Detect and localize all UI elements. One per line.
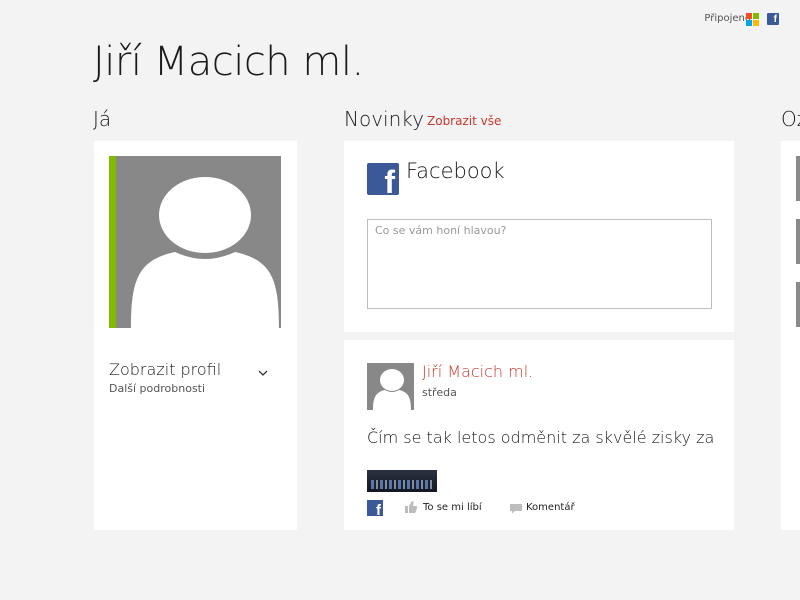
comment-icon[interactable]	[509, 503, 523, 514]
like-button[interactable]: To se mi líbí	[423, 502, 482, 513]
accent-bar	[109, 156, 116, 328]
more-details-label: Další podrobnosti	[109, 382, 206, 395]
post-author-link[interactable]: Jiří Macich ml.	[422, 362, 533, 381]
facebook-logo-icon: f	[367, 163, 399, 195]
notification-tile[interactable]	[796, 219, 800, 264]
facebook-icon: f	[767, 13, 779, 25]
person-silhouette-icon[interactable]	[109, 156, 281, 328]
post-text: Čím se tak letos odměnit za skvělé zisky…	[367, 428, 715, 447]
author-avatar[interactable]	[367, 363, 414, 410]
status-input[interactable]	[367, 219, 712, 309]
network-title: Facebook	[406, 159, 505, 183]
post-image-thumbnail[interactable]	[367, 470, 437, 492]
section-heading-me: Já	[93, 107, 112, 131]
connection-status: Připojeno	[704, 13, 751, 24]
page-title: Jiří Macich ml.	[93, 39, 364, 85]
facebook-source-icon: f	[367, 500, 383, 516]
microsoft-icon	[746, 13, 759, 26]
chevron-down-icon[interactable]	[258, 368, 268, 378]
thumbs-up-icon[interactable]	[404, 500, 418, 514]
notification-tile[interactable]	[796, 156, 800, 201]
see-all-link[interactable]: Zobrazit vše	[427, 114, 501, 128]
post-date: středa	[422, 386, 457, 399]
view-profile-link[interactable]: Zobrazit profil	[109, 360, 221, 379]
section-heading-notifications: Oz	[781, 107, 800, 131]
notification-tile[interactable]	[796, 282, 800, 327]
comment-button[interactable]: Komentář	[526, 502, 575, 513]
section-heading-news: Novinky	[344, 107, 424, 131]
